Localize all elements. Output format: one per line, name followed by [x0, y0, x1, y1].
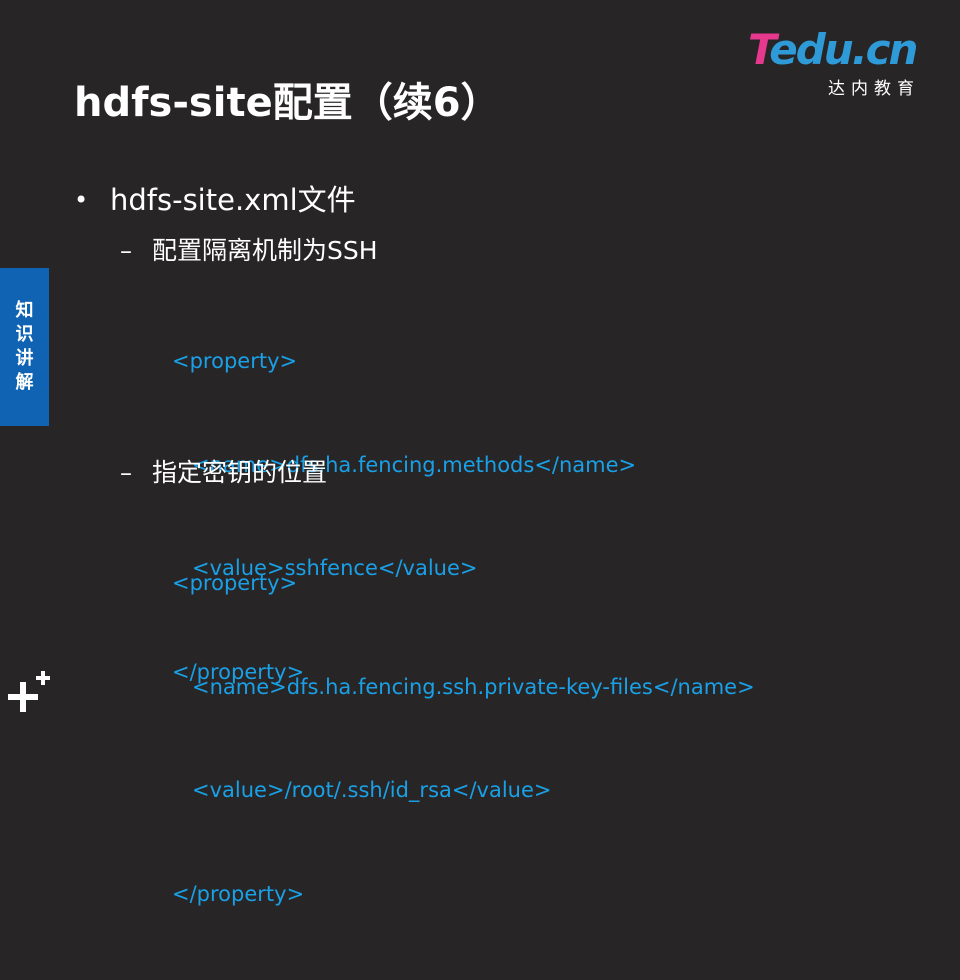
logo-subtitle: 达内教育	[828, 79, 920, 99]
dash-marker: –	[120, 237, 132, 265]
logo-wordmark-t: T	[748, 25, 771, 74]
sub-bullet-heading: 配置隔离机制为SSH	[152, 236, 378, 265]
side-tab-knowledge: 知 识 讲 解	[0, 268, 49, 426]
code-line: <property>	[172, 571, 298, 595]
code-block-key-location: <property> <name>dfs.ha.fencing.ssh.priv…	[172, 497, 755, 980]
side-tab-char: 识	[15, 324, 34, 345]
logo-wordmark-rest: edu.cn	[769, 25, 918, 74]
side-tab-char: 解	[15, 372, 34, 393]
tedu-logo: Tedu.cn 达内教育	[748, 25, 928, 100]
code-line: <name>dfs.ha.fencing.ssh.private-key-fil…	[172, 674, 755, 699]
plus-plus-icon	[8, 671, 50, 712]
bullet-text: hdfs-site.xml文件	[110, 183, 356, 217]
code-line: <value>/root/.ssh/id_rsa</value>	[172, 778, 552, 802]
side-tab-char: 知	[15, 300, 34, 321]
sub-bullet-heading: 指定密钥的位置	[152, 458, 328, 487]
side-tab-char: 讲	[15, 348, 34, 369]
code-line: <property>	[172, 349, 298, 373]
slide: hdfs-site配置（续6） Tedu.cn 达内教育 知 识 讲 解 • h…	[0, 0, 960, 906]
dash-marker: –	[120, 459, 132, 487]
code-line: </property>	[172, 881, 305, 906]
slide-title: hdfs-site配置（续6）	[74, 80, 501, 126]
logo-wordmark: Tedu.cn	[748, 25, 918, 74]
bullet-marker: •	[74, 186, 89, 214]
